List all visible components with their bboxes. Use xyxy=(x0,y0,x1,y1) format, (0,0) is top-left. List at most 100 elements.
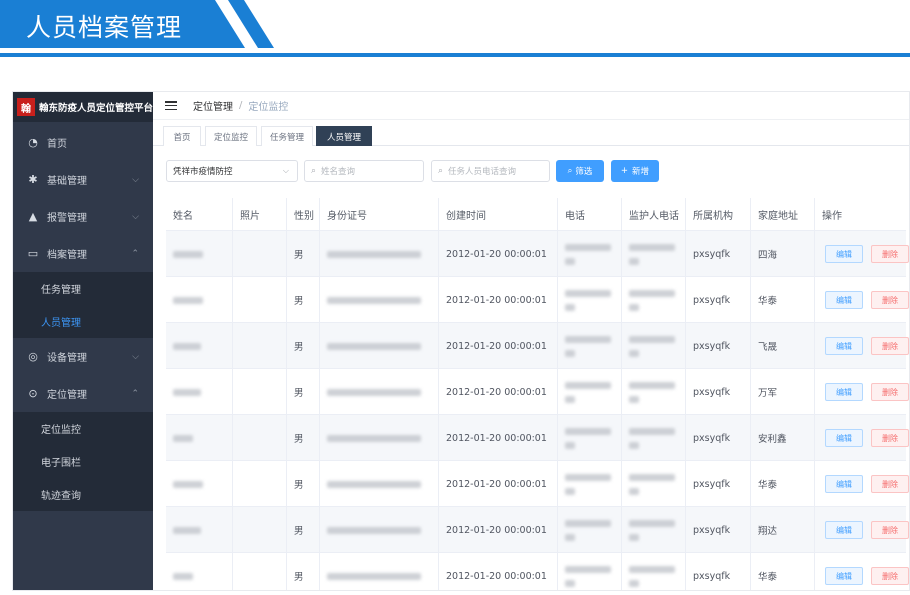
banner-title: 人员档案管理 xyxy=(26,13,183,42)
gender-cell: 男 xyxy=(287,415,320,461)
breadcrumb-separator: / xyxy=(239,100,243,111)
chevron-down-icon: ⌵ xyxy=(132,174,139,185)
redacted-guardian-phone xyxy=(629,427,675,449)
sidebar-item-location[interactable]: ⊙ 定位管理 ⌃ xyxy=(13,375,153,412)
id-number-cell xyxy=(320,369,439,415)
app-name: 翰东防疫人员定位管控平台 xyxy=(38,103,153,114)
address-cell: 华泰 xyxy=(751,277,815,323)
sidebar: 翰 翰东防疫人员定位管控平台 ◔ 首页 ✱ 基础管理 ⌵ ▲ 报警管理 ⌵ ▭ … xyxy=(13,92,153,590)
name-cell xyxy=(166,553,233,590)
edit-button[interactable]: 编辑 xyxy=(825,291,863,309)
org-cell: pxsyqfk xyxy=(686,323,751,369)
edit-button[interactable]: 编辑 xyxy=(825,475,863,493)
created-time-cell: 2012-01-20 00:00:01 xyxy=(439,415,558,461)
delete-button[interactable]: 删除 xyxy=(871,475,909,493)
id-number-cell xyxy=(320,415,439,461)
column-header: 家庭地址 xyxy=(751,198,815,231)
table-row: 男 2012-01-20 00:00:01 pxsyqfk 飞晟 编辑 删除 xyxy=(166,323,909,369)
region-select-value: 凭祥市疫情防控 xyxy=(173,167,233,177)
photo-cell xyxy=(233,553,287,590)
delete-button[interactable]: 删除 xyxy=(871,567,909,585)
address-cell: 安利鑫 xyxy=(751,415,815,461)
redacted-guardian-phone xyxy=(629,473,675,495)
actions-cell: 编辑 删除 xyxy=(815,231,909,277)
chevron-up-icon: ⌃ xyxy=(131,248,139,259)
edit-button[interactable]: 编辑 xyxy=(825,521,863,539)
sidebar-item-archive[interactable]: ▭ 档案管理 ⌃ xyxy=(13,235,153,272)
edit-button[interactable]: 编辑 xyxy=(825,337,863,355)
gender-cell: 男 xyxy=(287,369,320,415)
tab-personnel-management[interactable]: 人员管理 xyxy=(316,126,372,146)
redacted-phone xyxy=(565,427,611,449)
phone-search-input[interactable]: ⌕ 任务人员电话查询 xyxy=(431,160,550,182)
column-header: 身份证号 xyxy=(320,198,439,231)
delete-button[interactable]: 删除 xyxy=(871,429,909,447)
photo-cell xyxy=(233,369,287,415)
delete-button[interactable]: 删除 xyxy=(871,337,909,355)
sidebar-item-label: 档案管理 xyxy=(47,250,87,261)
menu-toggle-icon[interactable] xyxy=(165,101,177,110)
name-cell xyxy=(166,323,233,369)
org-cell: pxsyqfk xyxy=(686,461,751,507)
delete-button[interactable]: 删除 xyxy=(871,291,909,309)
gender-cell: 男 xyxy=(287,461,320,507)
sidebar-subitem-monitor[interactable]: 定位监控 xyxy=(13,412,153,445)
gender-cell: 男 xyxy=(287,553,320,590)
column-header: 照片 xyxy=(233,198,287,231)
edit-button[interactable]: 编辑 xyxy=(825,429,863,447)
page-banner: 人员档案管理 xyxy=(0,0,910,60)
sidebar-subitem-fence[interactable]: 电子围栏 xyxy=(13,445,153,478)
tab-home[interactable]: 首页 xyxy=(163,126,201,146)
tab-location-monitor[interactable]: 定位监控 xyxy=(205,126,257,146)
filter-button[interactable]: ⌕ 筛选 xyxy=(556,160,604,182)
sidebar-subitem-task[interactable]: 任务管理 xyxy=(13,272,153,305)
actions-cell: 编辑 删除 xyxy=(815,369,909,415)
redacted-phone xyxy=(565,289,611,311)
photo-cell xyxy=(233,277,287,323)
redacted-phone xyxy=(565,519,611,541)
redacted-guardian-phone xyxy=(629,289,675,311)
folder-icon: ▭ xyxy=(27,247,39,260)
phone-cell xyxy=(558,323,622,369)
created-time-cell: 2012-01-20 00:00:01 xyxy=(439,461,558,507)
redacted-phone xyxy=(565,243,611,265)
sidebar-item-basic[interactable]: ✱ 基础管理 ⌵ xyxy=(13,161,153,198)
created-time-cell: 2012-01-20 00:00:01 xyxy=(439,231,558,277)
app-logo-row: 翰 翰东防疫人员定位管控平台 xyxy=(13,92,153,122)
delete-button[interactable]: 删除 xyxy=(871,521,909,539)
chevron-down-icon: ⌵ xyxy=(282,166,289,175)
phone-cell xyxy=(558,369,622,415)
name-search-input[interactable]: ⌕ 姓名查询 xyxy=(304,160,424,182)
search-icon: ⌕ xyxy=(438,166,444,176)
edit-button[interactable]: 编辑 xyxy=(825,383,863,401)
sidebar-item-home[interactable]: ◔ 首页 xyxy=(13,124,153,161)
region-select[interactable]: 凭祥市疫情防控 ⌵ xyxy=(166,160,298,182)
delete-button[interactable]: 删除 xyxy=(871,383,909,401)
org-cell: pxsyqfk xyxy=(686,553,751,590)
address-cell: 万军 xyxy=(751,369,815,415)
edit-button[interactable]: 编辑 xyxy=(825,245,863,263)
edit-button[interactable]: 编辑 xyxy=(825,567,863,585)
redacted-id-number xyxy=(327,434,421,442)
topbar: 定位管理 / 定位监控 xyxy=(153,92,909,120)
sidebar-subitem-track[interactable]: 轨迹查询 xyxy=(13,478,153,511)
redacted-id-number xyxy=(327,526,421,534)
redacted-id-number xyxy=(327,572,421,580)
app-logo: 翰 xyxy=(17,98,35,116)
location-pin-icon: ⊙ xyxy=(28,387,38,400)
redacted-phone xyxy=(565,381,611,403)
delete-button[interactable]: 删除 xyxy=(871,245,909,263)
add-button[interactable]: + 新增 xyxy=(611,160,659,182)
tab-task-management[interactable]: 任务管理 xyxy=(261,126,313,146)
org-cell: pxsyqfk xyxy=(686,369,751,415)
created-time-cell: 2012-01-20 00:00:01 xyxy=(439,369,558,415)
sidebar-item-device[interactable]: ◎ 设备管理 ⌵ xyxy=(13,338,153,375)
org-cell: pxsyqfk xyxy=(686,507,751,553)
phone-cell xyxy=(558,415,622,461)
breadcrumb-parent[interactable]: 定位管理 xyxy=(193,98,233,113)
sidebar-item-alarm[interactable]: ▲ 报警管理 ⌵ xyxy=(13,198,153,235)
photo-cell xyxy=(233,507,287,553)
actions-cell: 编辑 删除 xyxy=(815,277,909,323)
sidebar-subitem-personnel[interactable]: 人员管理 xyxy=(13,305,153,338)
sidebar-item-label: 定位管理 xyxy=(47,390,87,401)
